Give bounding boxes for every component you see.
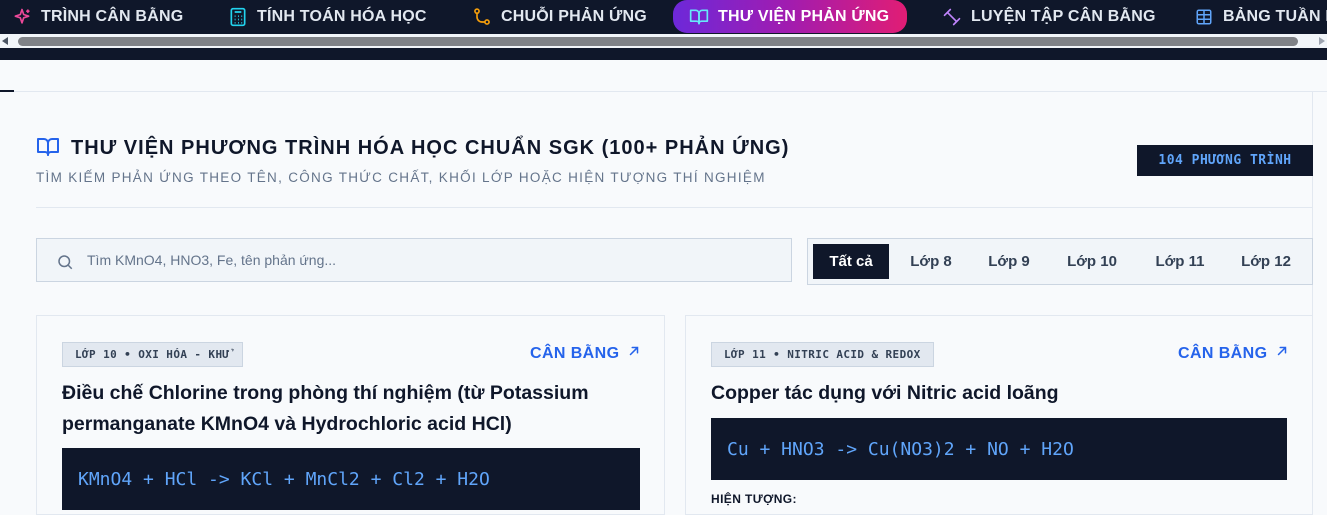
grade-filter-all[interactable]: Tất cả <box>813 244 889 279</box>
grade-filter-8[interactable]: Lớp 8 <box>894 244 968 279</box>
table-icon <box>1194 7 1214 27</box>
balance-link[interactable]: CÂN BẰNG <box>530 344 641 363</box>
scroll-right-icon[interactable] <box>1319 37 1325 45</box>
nav-bottom-band <box>0 48 1327 60</box>
reaction-card: LỚP 10 • OXI HÓA - KHỬ CÂN BẰNG Điều chế… <box>36 315 665 515</box>
tab-label: THƯ VIỆN PHẢN ỨNG <box>718 7 890 25</box>
tab-label: CHUỖI PHẢN ỨNG <box>501 7 647 25</box>
scroll-left-icon[interactable] <box>2 37 8 45</box>
scrollbar-thumb[interactable] <box>18 37 1298 46</box>
tab-balancer[interactable]: TRÌNH CÂN BẰNG <box>12 0 183 33</box>
sparkles-icon <box>12 7 32 27</box>
grade-filter-10[interactable]: Lớp 10 <box>1050 244 1134 279</box>
reaction-equation: KMnO4 + HCl -> KCl + MnCl2 + Cl2 + H2O <box>62 448 640 510</box>
grade-filter-11[interactable]: Lớp 11 <box>1138 244 1222 279</box>
tab-reaction-library[interactable]: THƯ VIỆN PHẢN ỨNG <box>673 0 908 33</box>
spacer <box>0 60 1327 90</box>
tab-label: TRÌNH CÂN BẰNG <box>41 7 184 25</box>
reaction-tag: LỚP 11 • NITRIC ACID & REDOX <box>711 342 934 367</box>
reaction-tag: LỚP 10 • OXI HÓA - KHỬ <box>62 342 243 367</box>
git-branch-icon <box>472 7 492 27</box>
tab-balance-practice[interactable]: LUYỆN TẬP CÂN BẰNG <box>942 0 1156 33</box>
search-input[interactable] <box>87 239 777 281</box>
reaction-title-line: permanganate KMnO4 và Hydrochloric acid … <box>62 413 512 435</box>
tab-periodic-table[interactable]: BẢNG TUẦN H <box>1194 0 1327 33</box>
grade-filter-12[interactable]: Lớp 12 <box>1226 244 1306 279</box>
grade-filter: Tất cả Lớp 8 Lớp 9 Lớp 10 Lớp 11 Lớp 12 <box>807 238 1313 285</box>
tab-reaction-chain[interactable]: CHUỖI PHẢN ỨNG <box>472 0 647 33</box>
dumbbell-icon <box>942 7 962 27</box>
top-navigation: TRÌNH CÂN BẰNG TÍNH TOÁN HÓA HỌC CHUỖI P… <box>0 0 1327 34</box>
calculator-icon <box>228 7 248 27</box>
search-box <box>36 238 792 282</box>
search-icon <box>56 253 74 271</box>
tab-label: BẢNG TUẦN H <box>1223 7 1327 25</box>
section-divider <box>0 91 1327 92</box>
reaction-title: Điều chế Chlorine trong phòng thí nghiệm… <box>62 378 589 440</box>
arrow-up-right-icon <box>627 344 641 363</box>
book-open-icon <box>36 135 60 159</box>
page-subtitle: TÌM KIẾM PHẢN ỨNG THEO TÊN, CÔNG THỨC CH… <box>36 170 766 185</box>
horizontal-scrollbar[interactable] <box>0 34 1327 48</box>
equation-count-badge: 104 PHƯƠNG TRÌNH <box>1137 145 1313 176</box>
reaction-card: LỚP 11 • NITRIC ACID & REDOX CÂN BẰNG Co… <box>685 315 1313 515</box>
balance-link[interactable]: CÂN BẰNG <box>1178 344 1289 363</box>
header-divider <box>36 207 1313 208</box>
balance-label: CÂN BẰNG <box>1178 344 1268 362</box>
divider-accent <box>0 90 14 92</box>
book-open-icon <box>689 7 709 27</box>
tab-label: LUYỆN TẬP CÂN BẰNG <box>971 7 1156 25</box>
tab-label: TÍNH TOÁN HÓA HỌC <box>257 7 427 25</box>
reaction-equation: Cu + HNO3 -> Cu(NO3)2 + NO + H2O <box>711 418 1287 480</box>
grade-filter-9[interactable]: Lớp 9 <box>972 244 1046 279</box>
page-title: THƯ VIỆN PHƯƠNG TRÌNH HÓA HỌC CHUẨN SGK … <box>71 137 790 159</box>
tab-calculator[interactable]: TÍNH TOÁN HÓA HỌC <box>228 0 427 33</box>
balance-label: CÂN BẰNG <box>530 344 620 362</box>
reaction-title: Copper tác dụng với Nitric acid loãng <box>711 382 1059 404</box>
reaction-title-line: Điều chế Chlorine trong phòng thí nghiệm… <box>62 382 589 404</box>
arrow-up-right-icon <box>1275 344 1289 363</box>
